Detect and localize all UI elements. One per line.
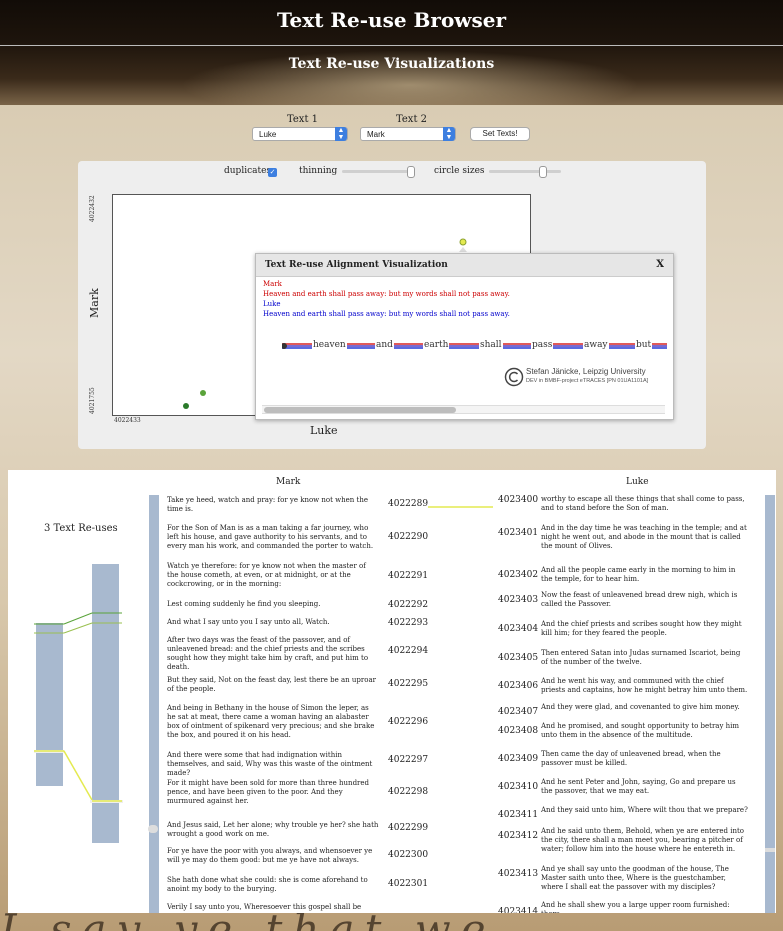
align-word: shall — [479, 340, 503, 350]
luke-verse-id: 4023404 — [498, 624, 539, 634]
luke-verse-text[interactable]: And he promised, and sought opportunity … — [541, 722, 749, 740]
source1-name: Mark — [263, 280, 282, 288]
mark-verse-id: 4022296 — [388, 717, 429, 727]
mark-verse-id: 4022301 — [388, 879, 429, 889]
popup-header: Text Re-use Alignment Visualization X — [256, 254, 673, 277]
luke-verse-text[interactable]: And they were glad, and covenanted to gi… — [541, 703, 749, 712]
luke-verse-id: 4023400 — [498, 495, 539, 505]
mark-verse-id: 4022298 — [388, 787, 429, 797]
mark-verse-text[interactable]: Lest coming suddenly he find you sleepin… — [167, 600, 379, 609]
luke-verse-text[interactable]: And he sent Peter and John, saying, Go a… — [541, 778, 749, 796]
mark-verse-text[interactable]: And there were some that had indignation… — [167, 751, 379, 778]
mark-verse-text[interactable]: Verily I say unto you, Wheresoever this … — [167, 903, 379, 912]
source2-text: Heaven and earth shall pass away: but my… — [263, 310, 510, 318]
luke-verse-text[interactable]: Then came the day of unleavened bread, w… — [541, 750, 749, 768]
mark-scroll-handle[interactable] — [148, 825, 158, 833]
mark-verse-id: 4022295 — [388, 679, 429, 689]
mark-verse-text[interactable]: She hath done what she could: she is com… — [167, 876, 379, 894]
popup-pointer — [459, 247, 467, 252]
mark-verse-text[interactable]: But they said, Not on the feast day, les… — [167, 676, 379, 694]
mark-verse-text[interactable]: And Jesus said, Let her alone; why troub… — [167, 821, 379, 839]
mark-verse-id: 4022294 — [388, 646, 429, 656]
mark-verse-id: 4022293 — [388, 618, 429, 628]
luke-verse-text[interactable]: worthy to escape all these things that s… — [541, 495, 749, 513]
luke-verse-id: 4023409 — [498, 754, 539, 764]
mark-verse-id: 4022292 — [388, 600, 429, 610]
mark-verse-text[interactable]: After two days was the feast of the pass… — [167, 636, 379, 672]
luke-verse-id: 4023411 — [498, 810, 539, 820]
mark-verse-text[interactable]: Watch ye therefore: for ye know not when… — [167, 562, 379, 589]
luke-verse-text[interactable]: And the chief priests and scribes sought… — [541, 620, 749, 638]
source2-name: Luke — [263, 300, 281, 308]
mark-verse-text[interactable]: For it might have been sold for more tha… — [167, 779, 379, 806]
align-word: but — [635, 340, 653, 350]
luke-scroll-handle[interactable] — [765, 848, 775, 852]
luke-verse-id: 4023414 — [498, 907, 539, 913]
popup-title: Text Re-use Alignment Visualization — [265, 260, 448, 270]
mark-verse-id: 4022290 — [388, 532, 429, 542]
align-word: pass — [531, 340, 554, 350]
mark-verse-text[interactable]: Take ye heed, watch and pray: for ye kno… — [167, 496, 379, 514]
luke-verse-id: 4023407 — [498, 707, 539, 717]
luke-verse-text[interactable]: And all the people came early in the mor… — [541, 566, 749, 584]
luke-verse-text[interactable]: And he said unto them, Behold, when ye a… — [541, 827, 749, 854]
mark-verse-id: 4022289 — [388, 499, 429, 509]
source1-text: Heaven and earth shall pass away: but my… — [263, 290, 510, 298]
mark-verse-text[interactable]: And what I say unto you I say unto all, … — [167, 618, 379, 627]
row-link-line — [428, 506, 493, 508]
luke-verse-text[interactable]: And in the day time he was teaching in t… — [541, 524, 749, 551]
copyright-icon — [504, 367, 524, 387]
mark-scroll-track[interactable] — [149, 495, 159, 913]
luke-column-header: Luke — [626, 477, 649, 487]
logo-line2: DEV in BMBF-project eTRACES [PN 01UA1101… — [526, 378, 649, 384]
luke-verse-text[interactable]: And ye shall say unto the goodman of the… — [541, 865, 749, 892]
horizontal-scrollbar[interactable] — [262, 405, 665, 414]
mark-verse-id: 4022291 — [388, 571, 429, 581]
reuse-dot-selected[interactable] — [459, 238, 467, 246]
luke-verse-id: 4023406 — [498, 681, 539, 691]
mark-verse-id: 4022297 — [388, 755, 429, 765]
align-word: heaven — [312, 340, 347, 350]
scrollbar-thumb[interactable] — [264, 407, 456, 413]
luke-verse-id: 4023403 — [498, 595, 539, 605]
luke-verse-text[interactable]: Now the feast of unleavened bread drew n… — [541, 591, 749, 609]
luke-verse-id: 4023402 — [498, 570, 539, 580]
luke-verse-text[interactable]: And he went his way, and communed with t… — [541, 677, 749, 695]
luke-verse-id: 4023405 — [498, 653, 539, 663]
alignment-graph: heaven and earth shall pass away but — [282, 340, 667, 352]
mark-verse-id: 4022300 — [388, 850, 429, 860]
luke-verse-id: 4023412 — [498, 831, 539, 841]
luke-verse-text[interactable]: Then entered Satan into Judas surnamed I… — [541, 649, 749, 667]
mark-column-header: Mark — [276, 477, 301, 487]
alignment-popup: Text Re-use Alignment Visualization X Ma… — [255, 253, 674, 420]
mark-verse-text[interactable]: For ye have the poor with you always, an… — [167, 847, 379, 865]
align-word: away — [583, 340, 609, 350]
author-logo: Stefan Jänicke, Leipzig University DEV i… — [504, 365, 664, 389]
reuse-dot[interactable] — [200, 390, 206, 396]
reuse-browser: Mark Luke 3 Text Re-uses Take ye heed, w… — [8, 470, 776, 913]
luke-verse-id: 4023410 — [498, 782, 539, 792]
reuse-dot[interactable] — [183, 403, 189, 409]
mark-verse-id: 4022299 — [388, 823, 429, 833]
mark-verse-text[interactable]: For the Son of Man is as a man taking a … — [167, 524, 379, 551]
mark-verse-text[interactable]: And being in Bethany in the house of Sim… — [167, 704, 379, 740]
luke-verse-id: 4023408 — [498, 726, 539, 736]
align-word: and — [375, 340, 394, 350]
luke-verse-id: 4023401 — [498, 528, 539, 538]
align-word: earth — [423, 340, 450, 350]
close-button[interactable]: X — [656, 259, 664, 270]
logo-line1: Stefan Jänicke, Leipzig University — [526, 367, 646, 376]
luke-verse-id: 4023413 — [498, 869, 539, 879]
luke-verse-text[interactable]: And they said unto him, Where wilt thou … — [541, 806, 749, 815]
luke-verse-text[interactable]: And he shall shew you a large upper room… — [541, 901, 749, 913]
overview-connections — [34, 612, 123, 803]
